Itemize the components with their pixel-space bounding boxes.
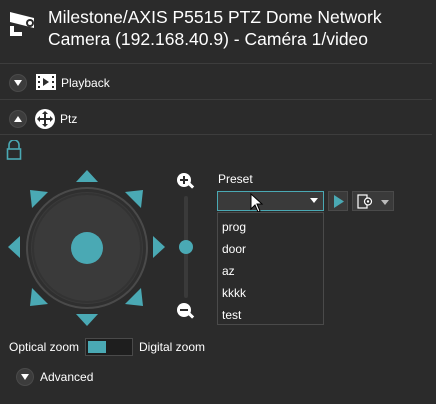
advanced-label[interactable]: Advanced	[40, 370, 93, 384]
playback-divider	[0, 99, 436, 100]
digital-zoom-label: Digital zoom	[139, 340, 206, 354]
chevron-down-icon	[14, 80, 22, 86]
preset-option[interactable]: door	[222, 242, 246, 256]
chevron-down-icon[interactable]	[310, 198, 318, 203]
chevron-down-icon	[381, 200, 389, 205]
ptz-collapse-button[interactable]	[9, 110, 27, 128]
pan-left-arrow	[8, 236, 20, 258]
preset-select[interactable]	[217, 191, 324, 211]
move-arrows-icon	[35, 109, 55, 129]
preset-option[interactable]: az	[222, 264, 235, 278]
optical-zoom-label: Optical zoom	[9, 340, 80, 354]
pan-right-arrow	[153, 236, 165, 258]
zoom-slider-thumb[interactable]	[179, 240, 193, 254]
playback-label[interactable]: Playback	[61, 76, 110, 90]
ptz-divider	[0, 134, 436, 135]
preset-option[interactable]: kkkk	[222, 286, 246, 300]
chevron-down-icon	[21, 374, 29, 380]
play-icon	[334, 195, 344, 208]
preset-dropdown-list: prog door az kkkk test	[217, 212, 324, 325]
preset-label: Preset	[218, 172, 253, 186]
ptz-joystick[interactable]	[8, 170, 168, 328]
pan-up-arrow	[76, 170, 98, 182]
playback-expand-button[interactable]	[9, 74, 27, 92]
preset-settings-button[interactable]	[352, 191, 394, 211]
pan-down-arrow	[76, 314, 98, 326]
zoom-mode-toggle-knob[interactable]	[88, 341, 106, 353]
window-title: Milestone/AXIS P5515 PTZ Dome Network Ca…	[48, 7, 382, 49]
chevron-up-icon	[14, 116, 22, 122]
security-camera-icon	[10, 12, 34, 36]
mouse-cursor-icon	[250, 193, 264, 213]
vertical-scrollbar[interactable]	[432, 60, 436, 404]
film-strip-icon	[36, 74, 56, 90]
ptz-label[interactable]: Ptz	[60, 112, 77, 126]
zoom-in-icon[interactable]	[175, 171, 195, 191]
zoom-out-icon[interactable]	[175, 301, 195, 321]
preset-option[interactable]: test	[222, 308, 241, 322]
advanced-expand-button[interactable]	[16, 368, 34, 386]
go-to-preset-button[interactable]	[328, 191, 348, 211]
lock-icon[interactable]	[6, 140, 22, 160]
preset-settings-icon	[357, 194, 373, 209]
joystick-knob	[71, 232, 103, 264]
preset-option[interactable]: prog	[222, 220, 246, 234]
header-divider	[0, 63, 436, 64]
